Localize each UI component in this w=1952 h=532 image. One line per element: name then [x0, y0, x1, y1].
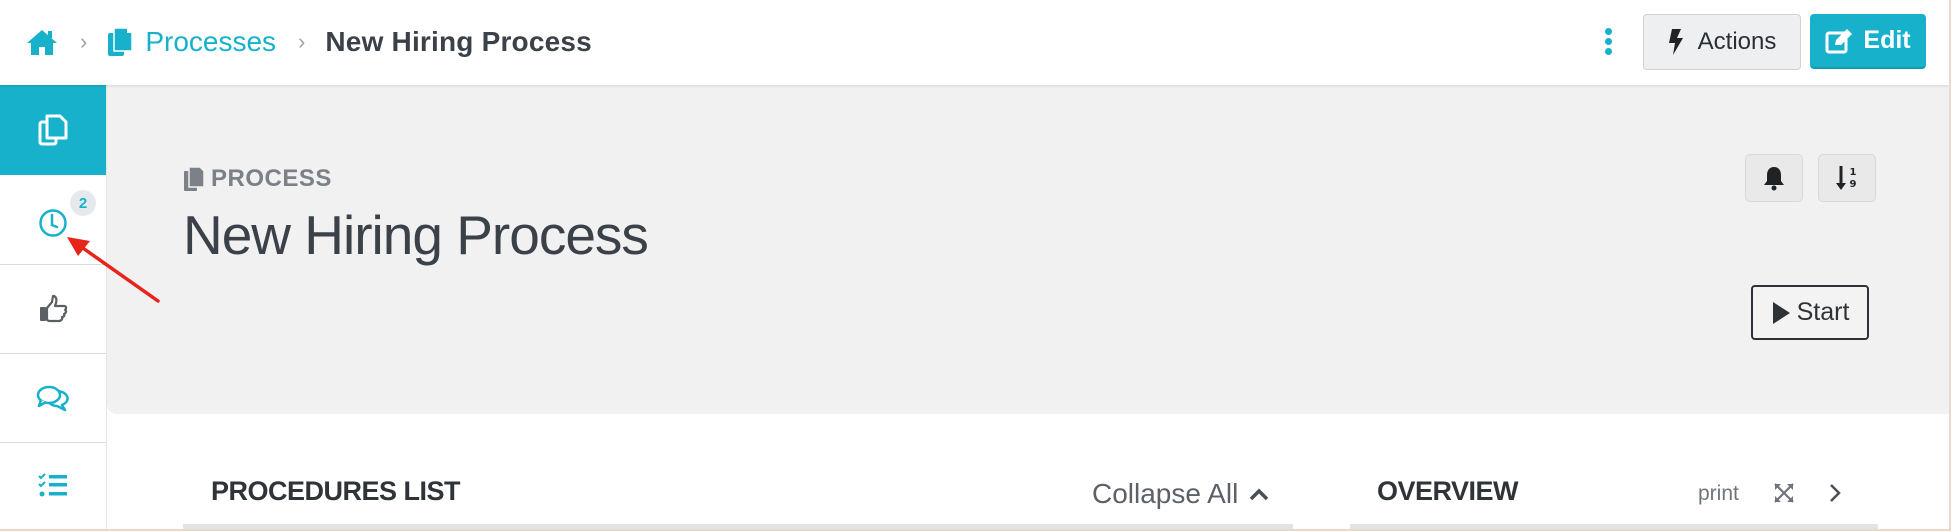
copy-icon — [184, 166, 205, 191]
sidebar: 2 — [0, 85, 107, 529]
edit-label: Edit — [1863, 26, 1911, 54]
page-eyebrow: PROCESS — [183, 165, 332, 193]
actions-label: Actions — [1697, 28, 1777, 55]
overview-title: OVERVIEW — [1377, 476, 1519, 506]
notifications-button[interactable] — [1745, 154, 1803, 202]
sidebar-item-documents[interactable] — [0, 85, 106, 175]
more-options-button[interactable] — [1600, 26, 1616, 58]
kebab-dot — [1604, 28, 1612, 35]
expand-button[interactable] — [1773, 482, 1795, 504]
overview-divider — [1350, 524, 1878, 529]
chevron-right-icon — [1830, 484, 1841, 502]
home-link[interactable] — [26, 28, 58, 56]
svg-text:9: 9 — [1850, 179, 1857, 190]
copy-icon — [108, 27, 134, 56]
edit-button[interactable]: Edit — [1810, 14, 1926, 69]
sidebar-item-checklist[interactable] — [0, 442, 106, 529]
eyebrow-label: PROCESS — [211, 165, 332, 192]
expand-icon — [1774, 483, 1794, 503]
breadcrumb-separator: › — [298, 29, 306, 54]
sidebar-item-comments[interactable] — [0, 353, 106, 443]
breadcrumb: › Processes › New Hiring Process — [26, 22, 592, 62]
sort-button[interactable]: 1 9 — [1818, 154, 1876, 202]
kebab-dot — [1604, 48, 1612, 55]
breadcrumb-processes[interactable]: Processes — [107, 26, 276, 58]
history-count-badge: 2 — [70, 190, 96, 216]
procedures-list-title: PROCEDURES LIST — [211, 476, 461, 506]
page-title: New Hiring Process — [183, 204, 649, 266]
process-banner: PROCESS New Hiring Process 1 9 Start — [107, 85, 1949, 414]
top-header: › Processes › New Hiring Process Actions — [0, 0, 1949, 85]
next-button[interactable] — [1826, 482, 1844, 504]
app-frame: › Processes › New Hiring Process Actions — [0, 0, 1951, 531]
bolt-icon — [1668, 29, 1683, 55]
breadcrumb-processes-label: Processes — [145, 26, 277, 57]
comments-icon — [36, 385, 69, 411]
actions-button[interactable]: Actions — [1643, 14, 1801, 70]
collapse-all-button[interactable]: Collapse All — [1092, 478, 1270, 510]
bell-icon — [1764, 167, 1784, 191]
svg-text:1: 1 — [1850, 167, 1857, 178]
sidebar-item-likes[interactable] — [0, 264, 106, 354]
start-button[interactable]: Start — [1751, 285, 1869, 340]
breadcrumb-separator: › — [80, 29, 88, 54]
home-icon — [27, 30, 57, 55]
print-link[interactable]: print — [1698, 482, 1739, 506]
chevron-up-icon — [1250, 488, 1269, 501]
copy-icon — [38, 114, 68, 146]
breadcrumb-current: New Hiring Process — [325, 26, 592, 57]
play-icon — [1772, 301, 1790, 324]
list-check-icon — [38, 473, 67, 497]
kebab-dot — [1604, 38, 1612, 45]
sort-numeric-icon: 1 9 — [1836, 166, 1857, 190]
clock-icon — [39, 208, 67, 237]
edit-icon — [1825, 28, 1853, 53]
procedures-divider — [183, 524, 1293, 529]
start-label: Start — [1796, 298, 1850, 326]
sidebar-item-history[interactable]: 2 — [0, 175, 106, 265]
thumbs-up-icon — [40, 294, 68, 322]
collapse-all-label: Collapse All — [1092, 478, 1239, 509]
